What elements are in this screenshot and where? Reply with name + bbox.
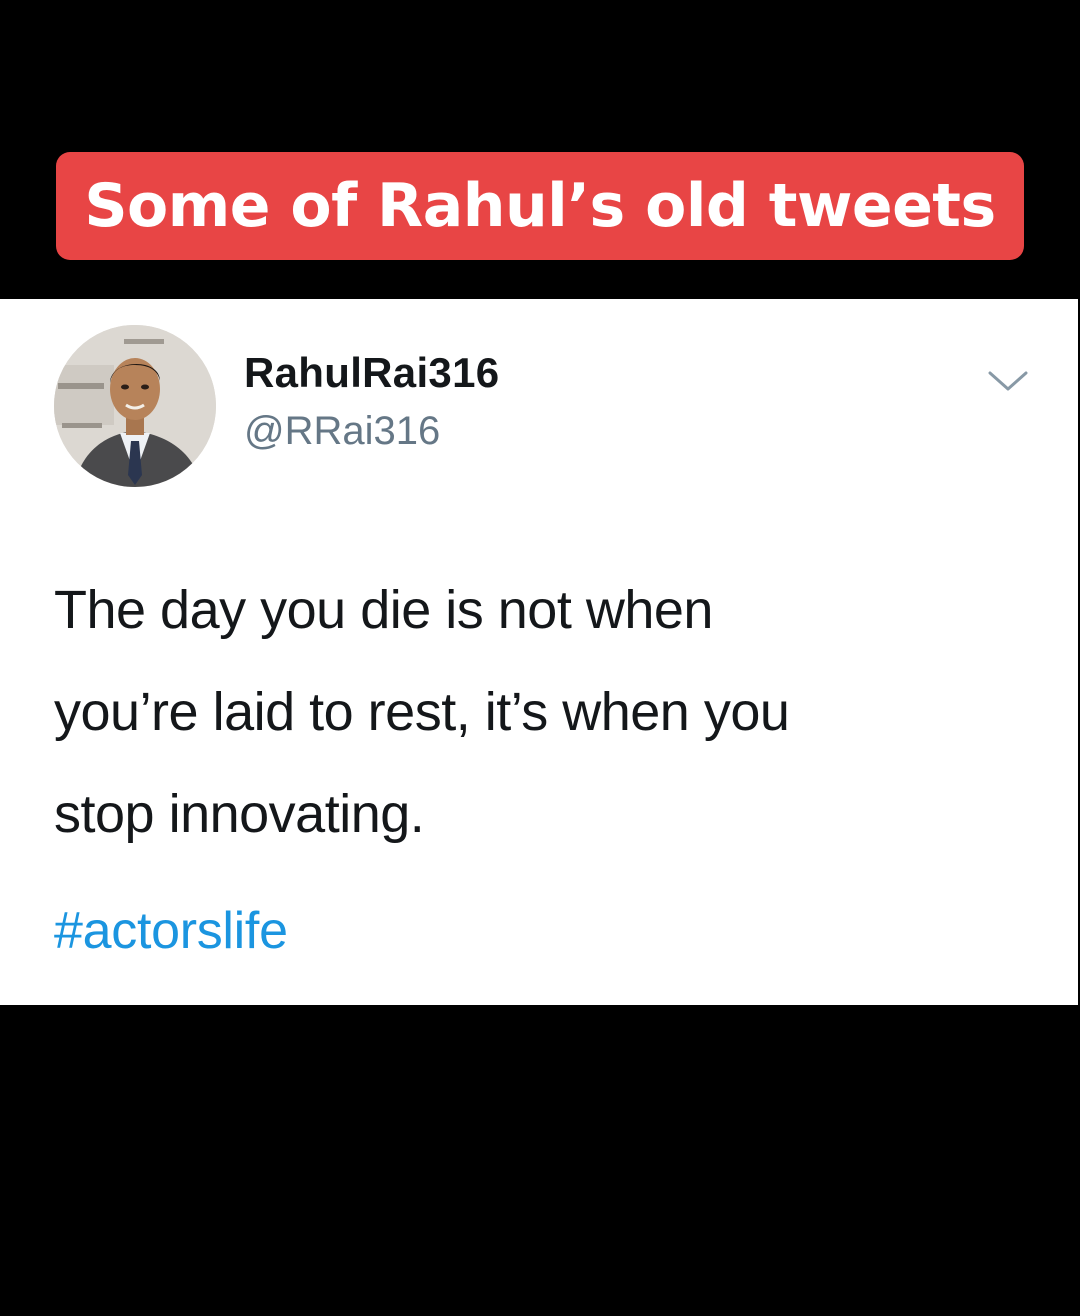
tweet-text-line: you’re laid to rest, it’s when you	[54, 682, 790, 742]
tweet-text-line: The day you die is not when	[54, 580, 713, 640]
caption-banner: Some of Rahul’s old tweets	[56, 152, 1024, 260]
caption-text: Some of Rahul’s old tweets	[84, 171, 996, 241]
hashtag-link[interactable]: #actorslife	[54, 901, 288, 961]
handle[interactable]: @RRai316	[244, 409, 440, 454]
tweet-text: The day you die is not when you’re laid …	[54, 559, 1014, 865]
profile-photo-icon	[54, 325, 216, 487]
display-name[interactable]: RahulRai316	[244, 349, 499, 397]
chevron-down-icon[interactable]	[986, 361, 1030, 401]
avatar[interactable]	[54, 325, 216, 487]
tweet-text-line: stop innovating.	[54, 784, 425, 844]
tweet-card: RahulRai316 @RRai316 The day you die is …	[0, 299, 1078, 1005]
